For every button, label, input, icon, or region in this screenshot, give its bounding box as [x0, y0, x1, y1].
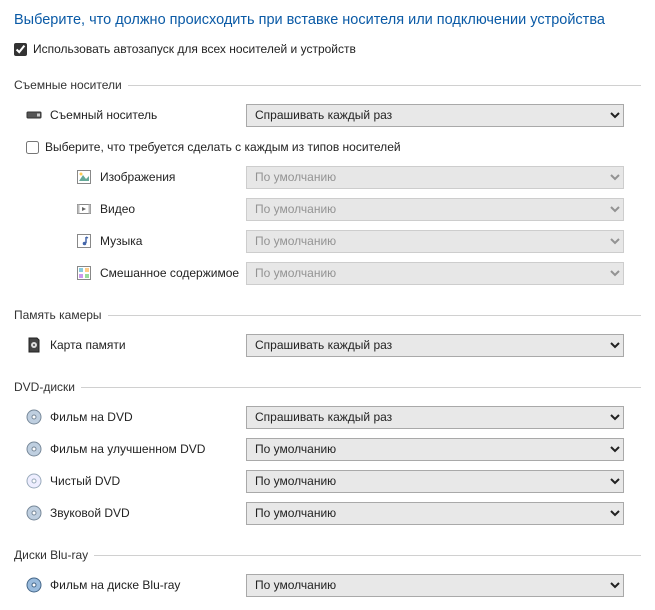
dvd-blank-label: Чистый DVD	[50, 474, 120, 488]
section-camera: Память камеры Карта памяти Спрашивать ка…	[14, 308, 641, 358]
memory-card-select[interactable]: Спрашивать каждый раз	[246, 334, 624, 357]
video-icon	[76, 201, 92, 217]
bluray-movie-select[interactable]: По умолчанию	[246, 574, 624, 597]
section-dvd-title: DVD-диски	[14, 380, 75, 394]
dvd-blank-icon	[26, 473, 42, 489]
dvd-enhanced-label: Фильм на улучшенном DVD	[50, 442, 205, 456]
images-label: Изображения	[100, 170, 175, 184]
dvd-audio-label: Звуковой DVD	[50, 506, 130, 520]
mixed-label: Смешанное содержимое	[100, 266, 239, 280]
section-bluray: Диски Blu-ray Фильм на диске Blu-ray По …	[14, 548, 641, 598]
autoplay-all-label: Использовать автозапуск для всех носител…	[33, 42, 356, 56]
removable-drive-label: Съемный носитель	[50, 108, 157, 122]
dvd-enhanced-icon	[26, 441, 42, 457]
divider	[81, 387, 641, 388]
mixed-select: По умолчанию	[246, 262, 624, 285]
bluray-movie-label: Фильм на диске Blu-ray	[50, 578, 180, 592]
music-select: По умолчанию	[246, 230, 624, 253]
dvd-movie-select[interactable]: Спрашивать каждый раз	[246, 406, 624, 429]
section-removable: Съемные носители Съемный носитель Спраши…	[14, 78, 641, 286]
autoplay-all-checkbox[interactable]	[14, 43, 27, 56]
memory-card-icon	[26, 337, 42, 353]
per-type-label: Выберите, что требуется сделать с каждым…	[45, 140, 401, 154]
divider	[108, 315, 641, 316]
divider	[128, 85, 641, 86]
music-icon	[76, 233, 92, 249]
video-label: Видео	[100, 202, 135, 216]
music-label: Музыка	[100, 234, 142, 248]
section-camera-title: Память камеры	[14, 308, 102, 322]
mixed-icon	[76, 265, 92, 281]
dvd-movie-label: Фильм на DVD	[50, 410, 133, 424]
dvd-blank-select[interactable]: По умолчанию	[246, 470, 624, 493]
dvd-audio-icon	[26, 505, 42, 521]
images-select: По умолчанию	[246, 166, 624, 189]
bluray-movie-icon	[26, 577, 42, 593]
dvd-movie-icon	[26, 409, 42, 425]
dvd-enhanced-select[interactable]: По умолчанию	[246, 438, 624, 461]
dvd-audio-select[interactable]: По умолчанию	[246, 502, 624, 525]
removable-drive-icon	[26, 107, 42, 123]
page-title: Выберите, что должно происходить при вст…	[14, 12, 641, 28]
memory-card-label: Карта памяти	[50, 338, 126, 352]
section-bluray-title: Диски Blu-ray	[14, 548, 88, 562]
per-type-checkbox[interactable]	[26, 141, 39, 154]
images-icon	[76, 169, 92, 185]
section-removable-title: Съемные носители	[14, 78, 122, 92]
divider	[94, 555, 641, 556]
video-select: По умолчанию	[246, 198, 624, 221]
removable-drive-select[interactable]: Спрашивать каждый раз	[246, 104, 624, 127]
section-dvd: DVD-диски Фильм на DVD Спрашивать каждый…	[14, 380, 641, 526]
autoplay-all-row: Использовать автозапуск для всех носител…	[14, 42, 641, 56]
